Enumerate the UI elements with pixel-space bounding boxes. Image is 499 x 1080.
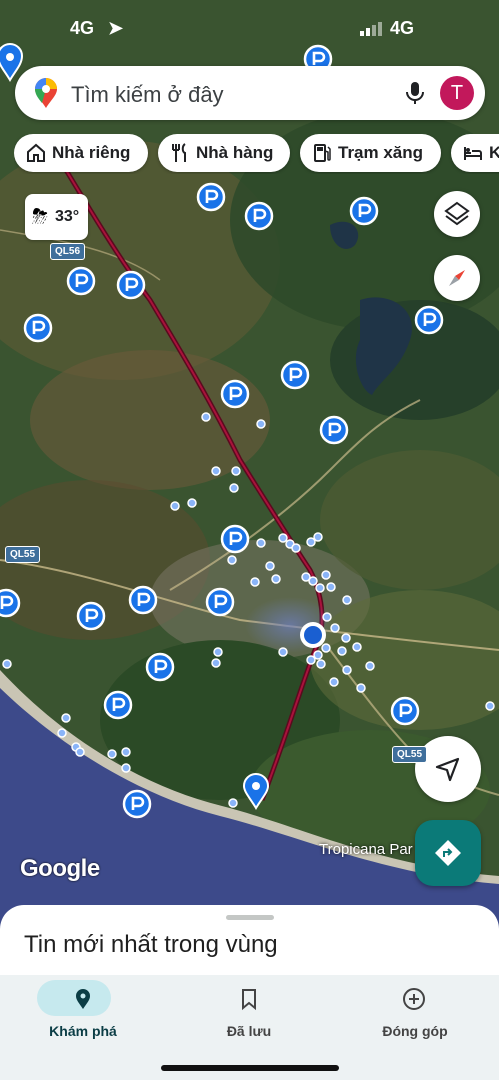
signal-icon: [360, 22, 382, 36]
parking-marker-icon[interactable]: [128, 585, 158, 615]
place-label[interactable]: Tropicana Par: [319, 841, 413, 858]
compass-icon: [449, 270, 465, 286]
gas-station-icon: [314, 144, 331, 162]
thunderstorm-icon: ⛈: [32, 206, 48, 228]
parking-marker-icon[interactable]: [349, 196, 379, 226]
parking-marker-icon[interactable]: [390, 696, 420, 726]
parking-marker-icon[interactable]: [0, 588, 21, 618]
status-network: 4G: [390, 18, 415, 38]
chip-hotel[interactable]: K: [451, 134, 499, 172]
explore-pin-icon: [76, 989, 90, 1009]
home-icon: [27, 143, 45, 162]
add-circle-icon: [403, 988, 425, 1010]
search-input[interactable]: Tìm kiếm ở đây: [71, 82, 224, 108]
hotel-icon: [464, 147, 482, 160]
bookmark-icon: [242, 989, 256, 1011]
road-label-ql55-east: QL55: [392, 746, 428, 763]
parking-marker-icon[interactable]: [116, 270, 146, 300]
avatar[interactable]: T: [440, 76, 474, 110]
chip-gas-station[interactable]: Trạm xăng: [300, 134, 441, 172]
parking-marker-icon[interactable]: [76, 601, 106, 631]
parking-marker-icon[interactable]: [319, 415, 349, 445]
location-arrow-icon: ➤: [108, 18, 124, 38]
layers-button[interactable]: [434, 191, 480, 237]
parking-marker-icon[interactable]: [280, 360, 310, 390]
microphone-icon[interactable]: [401, 79, 429, 107]
tab-contribute[interactable]: Đóng góp: [332, 975, 498, 1065]
directions-button[interactable]: [415, 820, 481, 886]
directions-icon: [435, 840, 461, 866]
restaurant-icon: [172, 143, 186, 162]
road-label-ql55: QL55: [5, 546, 41, 563]
tab-saved[interactable]: Đã lưu: [166, 975, 332, 1065]
parking-marker-icon[interactable]: [414, 305, 444, 335]
parking-marker-icon[interactable]: [220, 379, 250, 409]
compass-button[interactable]: [434, 255, 480, 301]
home-indicator: [161, 1065, 339, 1071]
tab-explore[interactable]: Khám phá: [0, 975, 166, 1065]
parking-marker-icon[interactable]: [244, 201, 274, 231]
weather-temperature: 33°: [55, 208, 80, 225]
parking-marker-icon[interactable]: [196, 182, 226, 212]
chip-restaurant[interactable]: Nhà hàng: [158, 134, 290, 172]
google-attribution: Google: [20, 855, 100, 882]
road-label-ql56: QL56: [50, 243, 86, 260]
weather-chip[interactable]: ⛈ 33°: [25, 194, 88, 240]
chip-home[interactable]: Nhà riêng: [14, 134, 148, 172]
sheet-drag-handle[interactable]: [226, 915, 274, 920]
status-network-left: 4G: [70, 18, 95, 38]
parking-marker-icon[interactable]: [103, 690, 133, 720]
sheet-title: Tin mới nhất trong vùng: [24, 931, 278, 958]
category-chips: Nhà riêng Nhà hàng Trạm xăng K: [14, 134, 499, 174]
layers-icon: [444, 201, 470, 226]
parking-marker-icon[interactable]: [66, 266, 96, 296]
parking-marker-icon[interactable]: [145, 652, 175, 682]
parking-marker-icon[interactable]: [23, 313, 53, 343]
parking-marker-icon[interactable]: [122, 789, 152, 819]
maps-pin-icon: [35, 78, 57, 108]
status-bar: 4G ➤ 4G: [0, 0, 499, 56]
parking-marker-icon[interactable]: [205, 587, 235, 617]
search-bar[interactable]: Tìm kiếm ở đây T: [15, 66, 485, 120]
parking-marker-icon[interactable]: [220, 524, 250, 554]
